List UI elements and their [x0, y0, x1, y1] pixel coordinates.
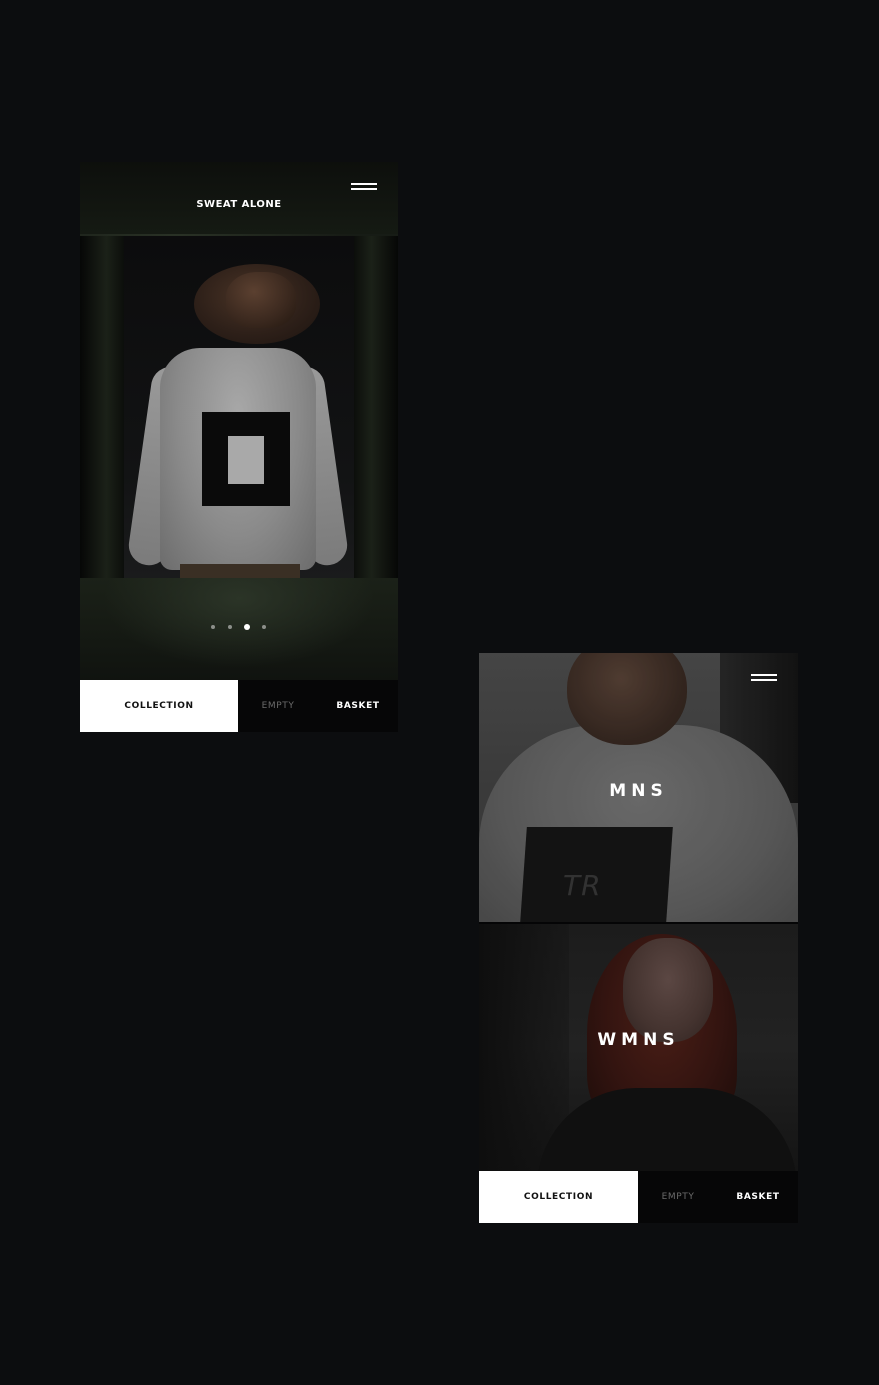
menu-bar-bottom [351, 188, 377, 190]
menu-bar-top [351, 183, 377, 185]
bottom-nav: COLLECTION EMPTY BASKET [479, 1171, 798, 1223]
tab-collection[interactable]: COLLECTION [479, 1171, 638, 1223]
carousel-dot-icon[interactable] [262, 625, 266, 629]
category-panel-wmns[interactable]: WMNS [479, 924, 798, 1171]
carousel-prev-peek[interactable] [80, 236, 124, 578]
carousel-dot-icon[interactable] [228, 625, 232, 629]
carousel-dot-active-icon[interactable] [244, 624, 250, 630]
hamburger-menu-icon[interactable] [751, 673, 777, 683]
carousel-next-peek[interactable] [354, 236, 398, 578]
tab-empty[interactable]: EMPTY [238, 680, 318, 732]
category-label-wmns: WMNS [597, 1030, 680, 1050]
category-screen: TR MNS WMNS COLLECTION EMPTY BASKET [479, 653, 798, 1223]
menu-bar-top [751, 674, 777, 676]
trousers [180, 564, 300, 578]
app-header: SWEAT ALONE [80, 162, 398, 234]
model-face [623, 938, 713, 1042]
brand-title: SWEAT ALONE [196, 199, 282, 210]
hat-crown [226, 272, 296, 328]
menu-bar-bottom [751, 679, 777, 681]
model-sweater [537, 1088, 797, 1171]
tab-empty[interactable]: EMPTY [638, 1171, 718, 1223]
bottom-nav: COLLECTION EMPTY BASKET [80, 680, 398, 732]
tab-basket[interactable]: BASKET [318, 680, 398, 732]
sweater-print-inner [228, 436, 264, 484]
category-label-mns: MNS [609, 781, 668, 801]
hamburger-menu-icon[interactable] [351, 182, 377, 192]
product-screen: SWEAT ALONE COLLECTION EMPTY BASKET [80, 162, 398, 732]
tab-collection[interactable]: COLLECTION [80, 680, 238, 732]
carousel-pager [208, 623, 268, 631]
product-hero-image[interactable] [124, 236, 354, 578]
category-panel-mns[interactable]: TR MNS [479, 653, 798, 922]
carousel-dot-icon[interactable] [211, 625, 215, 629]
tab-basket[interactable]: BASKET [718, 1171, 798, 1223]
